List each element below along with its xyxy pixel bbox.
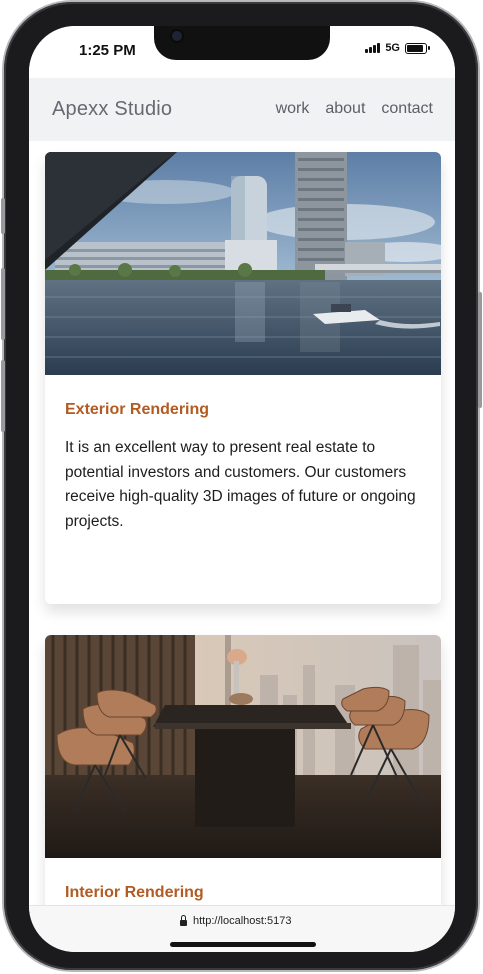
- nav-link-about[interactable]: about: [325, 100, 365, 118]
- card-title: Exterior Rendering: [65, 401, 210, 418]
- status-indicators: 5G: [365, 42, 430, 54]
- home-indicator[interactable]: [170, 942, 316, 947]
- brand-logo-text[interactable]: Apexx Studio: [52, 98, 172, 121]
- nav-link-contact[interactable]: contact: [381, 100, 433, 118]
- nav-link-work[interactable]: work: [276, 100, 310, 118]
- nav-links: work about contact: [276, 100, 433, 118]
- city-waterfront-image: [45, 152, 441, 375]
- status-bar: 1:25 PM 5G: [29, 26, 455, 78]
- signal-icon: [365, 43, 381, 53]
- status-time: 1:25 PM: [79, 42, 136, 59]
- site-navbar: Apexx Studio work about contact: [29, 78, 455, 141]
- page-content[interactable]: Exterior Rendering It is an excellent wa…: [29, 141, 455, 905]
- url-display[interactable]: http://localhost:5173: [180, 914, 292, 927]
- card-description: It is an excellent way to present real e…: [65, 439, 416, 530]
- dining-room-image: [45, 635, 441, 858]
- volume-down-button: [1, 360, 5, 432]
- service-card-interior[interactable]: Interior Rendering: [45, 635, 441, 905]
- network-label: 5G: [385, 42, 400, 54]
- notch: [154, 26, 330, 60]
- battery-icon: [405, 42, 430, 54]
- card-title: Interior Rendering: [65, 884, 204, 901]
- silent-switch: [1, 198, 5, 234]
- lock-icon: [180, 914, 187, 926]
- volume-up-button: [1, 268, 5, 340]
- url-text: http://localhost:5173: [193, 915, 292, 927]
- front-camera: [172, 31, 182, 41]
- browser-url-bar[interactable]: http://localhost:5173: [29, 905, 455, 952]
- phone-screen: 1:25 PM 5G Apexx Studio work about conta…: [29, 26, 455, 952]
- service-card-exterior[interactable]: Exterior Rendering It is an excellent wa…: [45, 152, 441, 604]
- power-button: [478, 292, 482, 408]
